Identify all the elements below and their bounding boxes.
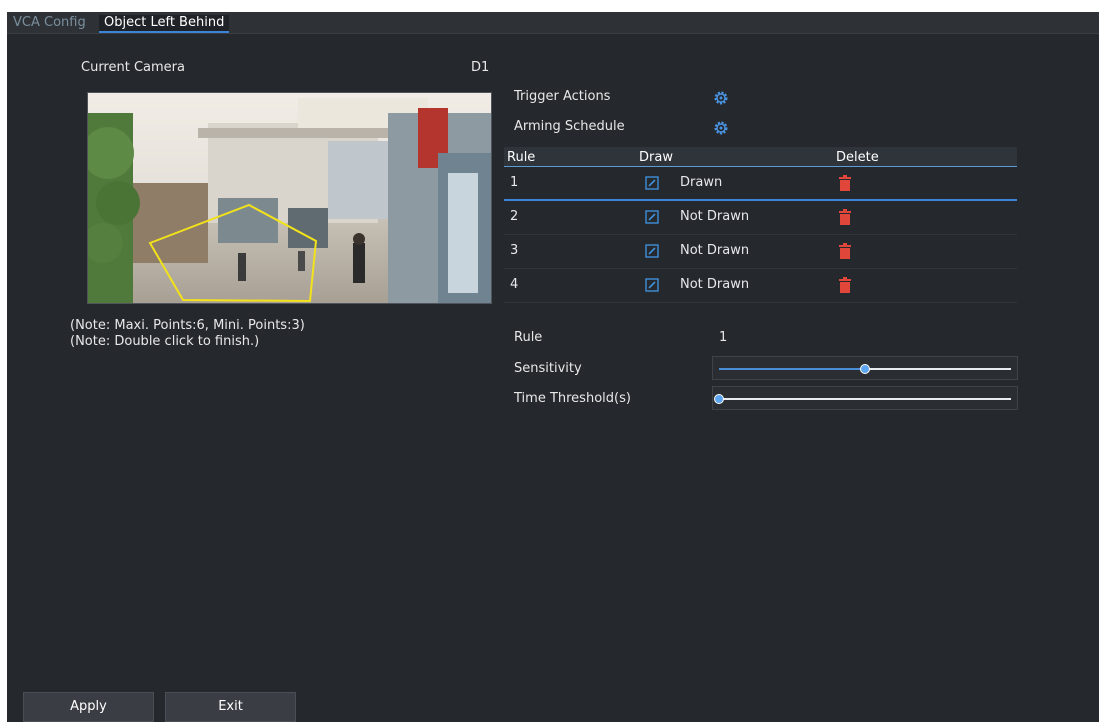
slider-fill	[719, 368, 865, 370]
edit-icon[interactable]	[645, 176, 659, 190]
rule-number: 4	[510, 277, 519, 292]
camera-scene	[88, 93, 491, 303]
rule-row-1[interactable]: 1 Drawn	[504, 167, 1017, 201]
note-points: (Note: Maxi. Points:6, Mini. Points:3)	[70, 318, 305, 333]
sensitivity-label: Sensitivity	[514, 361, 582, 376]
time-threshold-label: Time Threshold(s)	[514, 391, 631, 406]
draw-column-header: Draw	[639, 150, 673, 165]
slider-handle[interactable]	[860, 364, 870, 374]
rules-table: Rule Draw Delete 1 Drawn 2 Not Drawn 3 N…	[504, 147, 1017, 303]
rule-row-4[interactable]: 4 Not Drawn	[504, 269, 1017, 303]
delete-icon[interactable]	[838, 277, 852, 293]
delete-icon[interactable]	[838, 243, 852, 259]
arming-schedule-label: Arming Schedule	[514, 119, 625, 134]
delete-icon[interactable]	[838, 209, 852, 225]
slider-handle[interactable]	[714, 394, 724, 404]
current-camera-label: Current Camera	[81, 60, 185, 75]
trigger-actions-gear-icon[interactable]	[713, 90, 729, 106]
rule-number: 3	[510, 243, 519, 258]
rules-table-header: Rule Draw Delete	[504, 147, 1017, 167]
rule-number: 1	[510, 175, 519, 190]
tab-object-left-behind[interactable]: Object Left Behind	[99, 15, 230, 33]
draw-status: Not Drawn	[680, 277, 750, 292]
edit-icon[interactable]	[645, 244, 659, 258]
tab-bar: VCA Config Object Left Behind	[7, 12, 1099, 34]
note-finish: (Note: Double click to finish.)	[70, 334, 260, 349]
slider-track	[719, 398, 1011, 400]
rule-value: 1	[719, 330, 728, 345]
draw-status: Not Drawn	[680, 243, 750, 258]
camera-preview[interactable]	[87, 92, 492, 304]
arming-schedule-gear-icon[interactable]	[713, 120, 729, 136]
draw-status: Not Drawn	[680, 209, 750, 224]
tab-vca-config[interactable]: VCA Config	[13, 15, 86, 33]
rule-label: Rule	[514, 330, 543, 345]
trigger-actions-label: Trigger Actions	[514, 89, 611, 104]
object-left-behind-window: VCA Config Object Left Behind Current Ca…	[7, 12, 1099, 722]
edit-icon[interactable]	[645, 278, 659, 292]
time-threshold-slider[interactable]	[712, 386, 1018, 410]
current-camera-value: D1	[471, 60, 490, 75]
delete-column-header: Delete	[836, 150, 879, 165]
exit-button[interactable]: Exit	[165, 692, 296, 722]
rule-row-2[interactable]: 2 Not Drawn	[504, 201, 1017, 235]
delete-icon[interactable]	[838, 175, 852, 191]
apply-button[interactable]: Apply	[23, 692, 154, 722]
sensitivity-slider[interactable]	[712, 356, 1018, 380]
draw-status: Drawn	[680, 175, 723, 190]
rule-number: 2	[510, 209, 519, 224]
rule-row-3[interactable]: 3 Not Drawn	[504, 235, 1017, 269]
rule-column-header: Rule	[507, 150, 536, 165]
edit-icon[interactable]	[645, 210, 659, 224]
